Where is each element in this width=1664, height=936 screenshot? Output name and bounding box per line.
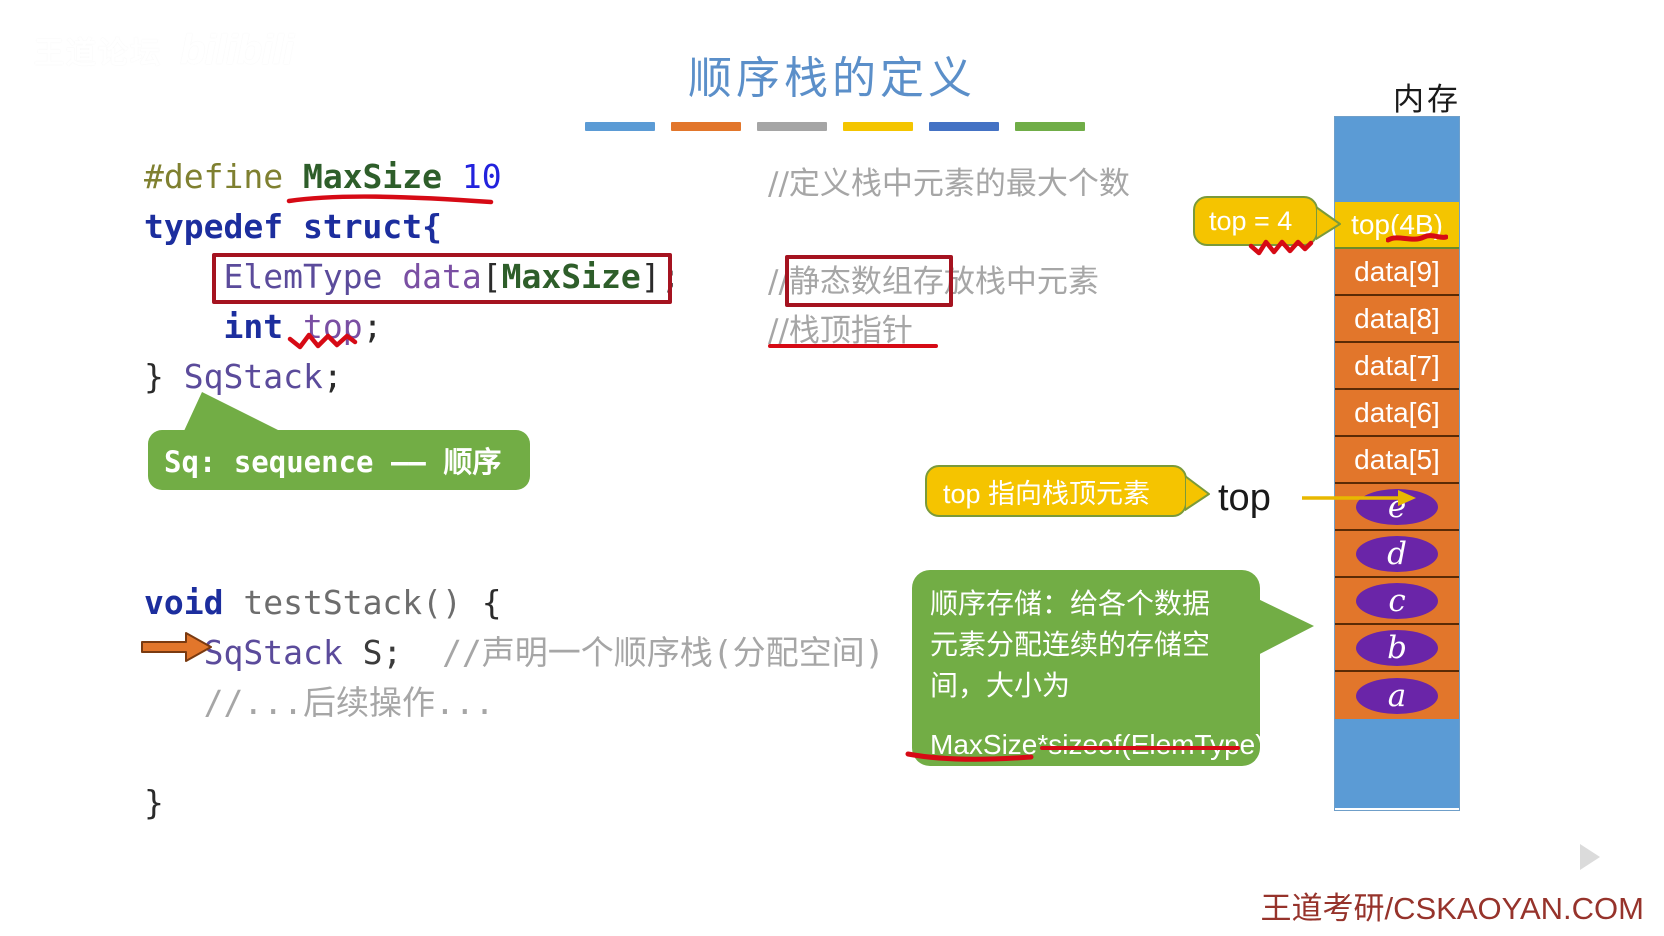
memory-cell-data-6: data[6]	[1335, 390, 1459, 437]
comment-declare-stack: //声明一个顺序栈(分配空间)	[442, 633, 885, 672]
red-squiggle-top-eq	[1248, 236, 1314, 256]
stack-element-a: a	[1356, 677, 1438, 714]
red-underline-maxsize-formula-2	[1040, 746, 1240, 750]
variable-s: S;	[362, 633, 403, 672]
callout-top-point-text: top 指向栈顶元素	[943, 478, 1151, 509]
red-box-data-array	[212, 253, 672, 304]
memory-cell-blue-bottom	[1335, 719, 1459, 808]
memory-cell-data-1: b	[1335, 625, 1459, 672]
stack-element-b-label: b	[1387, 629, 1407, 666]
title-bar-4	[843, 122, 913, 131]
memory-cell-data-6-label: data[6]	[1354, 396, 1440, 428]
semicolon-3: ;	[322, 357, 343, 396]
red-box-static-array	[785, 255, 953, 307]
test-function-code: void testStack() { SqStack S; //声明一个顺序栈(…	[144, 578, 885, 828]
memory-column: top(4B) data[9] data[8] data[7] data[6] …	[1334, 116, 1460, 811]
teststack-function-name: testStack()	[243, 583, 462, 622]
comment-further-ops: //...后续操作...	[203, 683, 495, 722]
title-decoration-bars	[585, 122, 1085, 134]
top-pointer-label: top	[1218, 477, 1271, 519]
title-bar-1	[585, 122, 655, 131]
fn-open-brace: {	[481, 583, 502, 622]
struct-close-brace: }	[144, 357, 164, 396]
callout-sq-text: Sq: sequence —— 顺序	[164, 445, 502, 479]
define-keyword: #define	[144, 157, 284, 196]
memory-cell-data-5-label: data[5]	[1354, 443, 1440, 475]
memory-cell-data-2: c	[1335, 578, 1459, 625]
typedef-keyword: typedef	[144, 207, 284, 246]
callout-seq-tail	[1252, 596, 1314, 658]
memory-cell-data-5: data[5]	[1335, 437, 1459, 484]
memory-cell-data-9: data[9]	[1335, 249, 1459, 296]
stack-element-d: d	[1356, 535, 1438, 572]
callout-top-point-box: top 指向栈顶元素	[925, 465, 1187, 517]
struct-keyword: struct{	[302, 207, 443, 246]
stack-element-c: c	[1356, 582, 1438, 619]
sqstack-typename: SqStack	[183, 357, 323, 396]
title-bar-5	[929, 122, 999, 131]
int-keyword: int	[223, 307, 284, 346]
callout-seq-box: 顺序存储：给各个数据 元素分配连续的存储空 间，大小为 MaxSize*size…	[912, 570, 1265, 766]
orange-arrow-icon	[141, 632, 212, 662]
yellow-arrow-icon	[1302, 490, 1416, 506]
title-bar-6	[1015, 122, 1085, 131]
red-squiggle-top-field	[287, 330, 367, 350]
memory-cell-blue-top	[1335, 117, 1459, 202]
title-bar-2	[671, 122, 741, 131]
memory-cell-data-0: a	[1335, 672, 1459, 719]
memory-cell-data-8-label: data[8]	[1354, 302, 1440, 334]
callout-top-eq-text: top = 4	[1209, 205, 1293, 236]
memory-cell-data-8: data[8]	[1335, 296, 1459, 343]
red-underline-top-pointer-comment	[768, 344, 938, 348]
void-keyword: void	[144, 583, 224, 622]
play-triangle-icon	[1580, 844, 1600, 870]
callout-top-point-tail	[1185, 475, 1210, 511]
memory-cell-data-7-label: data[7]	[1354, 349, 1440, 381]
title-bar-3	[757, 122, 827, 131]
memory-label: 内存	[1393, 82, 1461, 117]
maxsize-value: 10	[461, 157, 502, 196]
maxsize-macro-name: MaxSize	[302, 157, 443, 196]
sqstack-type-ref: SqStack	[203, 633, 343, 672]
bilibili-badge-icon	[1548, 822, 1636, 894]
red-squiggle-top4b	[1386, 232, 1448, 246]
stack-element-c-label: c	[1388, 582, 1406, 619]
comment-maxsize: //定义栈中元素的最大个数	[768, 166, 1130, 202]
fn-close-brace: }	[144, 783, 164, 822]
slide-canvas: 王道论坛 bilibili 顺序栈的定义 #define MaxSize 10 …	[0, 0, 1664, 936]
memory-cell-data-7: data[7]	[1335, 343, 1459, 390]
callout-seq-text: 顺序存储：给各个数据 元素分配连续的存储空 间，大小为	[930, 589, 1211, 702]
stack-element-b: b	[1356, 629, 1438, 666]
stack-element-a-label: a	[1387, 677, 1407, 714]
callout-top-eq-tail	[1316, 206, 1341, 240]
memory-cell-data-9-label: data[9]	[1354, 255, 1440, 287]
memory-cell-data-3: d	[1335, 531, 1459, 578]
red-underline-maxsize	[286, 192, 496, 208]
stack-element-d-label: d	[1387, 535, 1407, 572]
callout-sq-box: Sq: sequence —— 顺序	[148, 430, 530, 490]
red-underline-maxsize-formula-1	[905, 748, 1035, 764]
